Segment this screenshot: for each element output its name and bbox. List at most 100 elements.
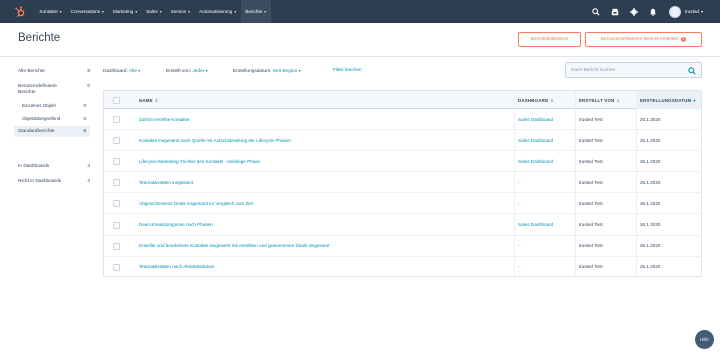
row-checkbox[interactable] bbox=[113, 179, 120, 187]
account-name: trusted bbox=[684, 9, 699, 14]
report-name-link[interactable]: Deal-Umsatzprognose nach Phasen bbox=[139, 222, 213, 227]
notification-bell-icon[interactable] bbox=[648, 7, 658, 17]
created-date-filter-label: Erstellungsdatum: bbox=[233, 69, 272, 74]
table-row: Lifecycle-Marketing-Trichter des Kontakt… bbox=[104, 151, 701, 173]
search-input[interactable]: Nach Bericht suchen bbox=[565, 62, 702, 78]
reports-table: NAME ⇕ DASHBOARD ⇕ ERSTELLT VON ⇕ ERSTELLUN… bbox=[103, 90, 702, 277]
row-checkbox[interactable] bbox=[113, 137, 120, 145]
row-checkbox[interactable] bbox=[113, 158, 120, 166]
nav-item-kontakte[interactable]: Kontakte ▾ bbox=[35, 0, 66, 23]
chevron-down-icon: ▾ bbox=[298, 68, 301, 73]
report-created-date: 26.1.2020 bbox=[640, 222, 661, 227]
table-row: Teamaktivitäten nach Aktivitätsdatum -- tr… bbox=[104, 257, 701, 278]
report-name-link[interactable]: Erstellte und bearbeitete Kontakte insge… bbox=[139, 243, 330, 248]
search-placeholder: Nach Bericht suchen bbox=[571, 67, 616, 73]
nav-item-marketing[interactable]: Marketing ▾ bbox=[109, 0, 142, 23]
sidebar-item[interactable]: Standardberichte 8 bbox=[14, 126, 90, 137]
column-header-created-by[interactable]: ERSTELLT VON ⇕ bbox=[579, 98, 620, 103]
table-row: Kontakte insgesamt nach Quelle mit Aufsc… bbox=[104, 130, 701, 152]
report-dashboard-link[interactable]: Sales Dashboard bbox=[518, 159, 553, 164]
created-date-filter[interactable]: Erstellungsdatum: Seit Beginn ▾ bbox=[233, 68, 301, 74]
sidebar-item[interactable]: Objektübergreifend 0 bbox=[22, 116, 86, 121]
page-title: Berichte bbox=[18, 32, 61, 44]
marketplace-icon[interactable] bbox=[610, 7, 620, 17]
avatar[interactable] bbox=[668, 5, 681, 18]
report-created-date: 26.1.2020 bbox=[640, 243, 661, 249]
report-created-date: 26.1.2020 bbox=[640, 137, 661, 143]
row-checkbox[interactable] bbox=[113, 242, 120, 250]
sidebar-item[interactable]: Nicht in Dashboards 4 bbox=[18, 179, 90, 184]
row-checkbox[interactable] bbox=[113, 263, 120, 271]
report-library-button[interactable]: Berichtsbibliothek bbox=[518, 32, 581, 47]
chevron-down-icon: ▾ bbox=[135, 9, 138, 14]
row-checkbox[interactable] bbox=[113, 200, 120, 208]
help-button[interactable]: Hilfe bbox=[695, 330, 714, 349]
nav-item-label: Kontakte bbox=[39, 9, 58, 14]
nav-item-label: Berichte bbox=[245, 9, 263, 14]
sidebar-item-label: Standardberichte bbox=[18, 129, 55, 134]
search-icon[interactable] bbox=[591, 7, 601, 17]
column-header-name[interactable]: NAME ⇕ bbox=[139, 98, 158, 103]
table-header: NAME ⇕ DASHBOARD ⇕ ERSTELLT VON ⇕ ERSTELLUN… bbox=[104, 91, 701, 109]
sidebar-item-count: 4 bbox=[87, 164, 90, 169]
report-name-link[interactable]: Abgeschlossene Deals insgesamt im Vergle… bbox=[139, 201, 253, 206]
column-header-created-date[interactable]: ERSTELLUNGSDATUM ▾ bbox=[640, 98, 696, 103]
sidebar-item-label: Objektübergreifend bbox=[22, 116, 61, 121]
sidebar-item-label: Alle Berichte bbox=[18, 69, 45, 74]
report-name-link[interactable]: Teamaktivitäten insgesamt bbox=[139, 180, 193, 185]
warning-icon: ! bbox=[681, 37, 687, 42]
report-name-link[interactable]: Lifecycle-Marketing-Trichter des Kontakt… bbox=[139, 159, 260, 164]
report-name-link[interactable]: Kontakte insgesamt nach Quelle mit Aufsc… bbox=[139, 138, 291, 143]
hubspot-logo-icon[interactable] bbox=[13, 5, 27, 19]
column-header-created-date-label: ERSTELLUNGSDATUM bbox=[640, 97, 692, 103]
created-by-filter-label: Erstellt von: bbox=[166, 69, 192, 74]
select-all-checkbox[interactable] bbox=[113, 96, 120, 104]
report-dashboard-link[interactable]: Sales Dashboard bbox=[518, 138, 553, 143]
report-created-date: 26.1.2020 bbox=[640, 179, 661, 185]
sidebar-item-label: In Dashboards bbox=[18, 164, 50, 169]
sort-icon: ⇕ bbox=[616, 97, 621, 103]
sidebar-item[interactable]: Einzelnes Objekt 0 bbox=[22, 103, 86, 108]
report-dashboard-link[interactable]: Sales Dashboard bbox=[518, 117, 553, 122]
sidebar-item[interactable]: Benutzerdefinierte Berichte 0 bbox=[18, 84, 90, 96]
nav-item-label: Automatisierung bbox=[199, 9, 233, 14]
row-checkbox[interactable] bbox=[113, 116, 120, 123]
row-checkbox[interactable] bbox=[113, 221, 120, 229]
sort-icon: ⇕ bbox=[550, 97, 554, 103]
gear-icon[interactable] bbox=[629, 7, 639, 17]
report-created-by: trusted Test bbox=[579, 137, 603, 143]
chevron-down-icon: ▾ bbox=[264, 9, 267, 14]
report-created-date: 26.1.2020 bbox=[640, 158, 661, 164]
clear-filters-link[interactable]: Filter löschen bbox=[333, 68, 362, 73]
sidebar-item[interactable]: In Dashboards 4 bbox=[18, 164, 90, 169]
column-header-dashboard[interactable]: DASHBOARD ⇕ bbox=[518, 98, 554, 103]
report-dashboard-link[interactable]: Sales Dashboard bbox=[518, 222, 553, 227]
nav-item-service[interactable]: Service ▾ bbox=[166, 0, 194, 23]
created-by-filter[interactable]: Erstellt von: Jeder ▾ bbox=[166, 68, 208, 74]
report-created-by: trusted Test bbox=[579, 243, 603, 249]
chevron-down-icon: ▾ bbox=[159, 9, 162, 14]
report-created-by: trusted Test bbox=[579, 200, 603, 206]
nav-item-sales[interactable]: Sales ▾ bbox=[142, 0, 167, 23]
report-name-link[interactable]: Zuletzt erstellte Kontakte bbox=[139, 117, 190, 122]
report-created-date: 26.1.2020 bbox=[640, 264, 661, 270]
chevron-down-icon: ▾ bbox=[700, 9, 703, 14]
nav-item-automatisierung[interactable]: Automatisierung ▾ bbox=[195, 0, 241, 23]
dashboard-filter[interactable]: Dashboard: Alle ▾ bbox=[103, 68, 140, 74]
report-name-link[interactable]: Teamaktivitäten nach Aktivitätsdatum bbox=[139, 264, 214, 269]
create-custom-report-button[interactable]: Benutzerdefinierten Bericht erstellen ! bbox=[585, 32, 702, 47]
report-dashboard-link: -- bbox=[518, 200, 522, 206]
table-row: Erstellte und bearbeitete Kontakte insge… bbox=[104, 236, 701, 257]
created-date-filter-value: Seit Beginn bbox=[272, 69, 298, 74]
column-header-name-label: NAME bbox=[139, 97, 153, 103]
sidebar-item[interactable]: Alle Berichte 8 bbox=[18, 69, 90, 74]
account-menu[interactable]: trusted ▾ bbox=[685, 9, 703, 14]
sidebar-item-label: Benutzerdefinierte Berichte bbox=[18, 84, 57, 95]
report-dashboard-link: -- bbox=[518, 264, 522, 270]
nav-item-berichte[interactable]: Berichte ▾ bbox=[240, 0, 271, 23]
report-dashboard-link: -- bbox=[518, 179, 522, 185]
search-icon[interactable] bbox=[688, 66, 696, 75]
nav-item-conversations[interactable]: Conversations ▾ bbox=[66, 0, 108, 23]
chevron-down-icon: ▾ bbox=[188, 9, 191, 14]
chevron-down-icon: ▾ bbox=[102, 9, 105, 14]
